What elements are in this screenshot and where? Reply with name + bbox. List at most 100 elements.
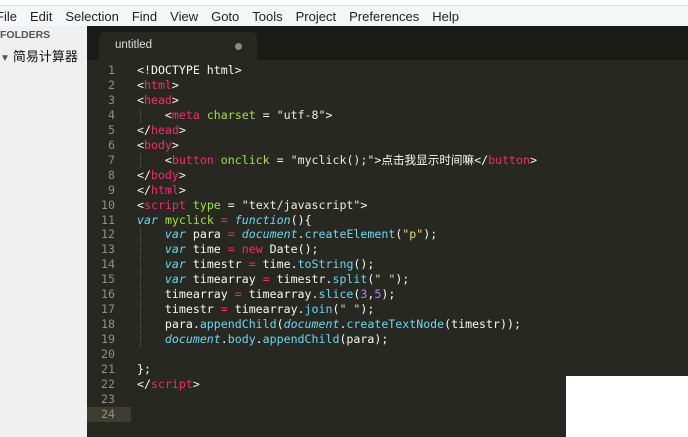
code-token: Date(); xyxy=(262,242,319,257)
code-token: timearray. xyxy=(227,302,305,317)
code-token: < xyxy=(137,107,172,122)
menu-bar: File Edit Selection Find View Goto Tools Projec… xyxy=(0,6,688,26)
code-token: para. xyxy=(137,317,200,332)
code-token: </ xyxy=(137,167,151,182)
menu-preferences[interactable]: Preferences xyxy=(349,9,419,24)
folder-item[interactable]: ▼ 简易计算器 xyxy=(0,46,78,65)
code-token: charset xyxy=(206,107,256,122)
code-line[interactable]: 8 </body> xyxy=(87,168,186,183)
code-area[interactable]: 1 <!DOCTYPE html> 2 <html> 3 <head> 4 <meta ch… xyxy=(87,63,537,422)
code-text: timestr = timearray.join(" "); xyxy=(137,302,374,317)
code-text: </body> xyxy=(137,168,186,183)
code-text: </script> xyxy=(137,377,200,392)
code-token: ); xyxy=(381,287,396,302)
code-token: "p" xyxy=(402,227,424,242)
code-token: var xyxy=(164,242,186,257)
code-line[interactable]: 14 var timestr = time.toString(); xyxy=(87,257,374,273)
code-text: var myclick = function(){ xyxy=(137,213,312,228)
code-line[interactable]: 9 </html> xyxy=(87,183,186,198)
line-number: 13 xyxy=(101,242,115,257)
code-line[interactable]: 2 <html> xyxy=(87,78,179,93)
code-token: appendChild xyxy=(262,332,340,347)
menu-project[interactable]: Project xyxy=(296,9,336,24)
menu-goto[interactable]: Goto xyxy=(211,9,239,24)
code-token: < xyxy=(137,152,172,167)
code-token: = xyxy=(220,212,228,227)
menu-help[interactable]: Help xyxy=(432,9,459,24)
code-line[interactable]: 3 <head> xyxy=(87,93,179,108)
menu-edit[interactable]: Edit xyxy=(30,9,52,24)
code-line[interactable]: 18 para.appendChild(document.createTextN… xyxy=(87,317,521,333)
code-line[interactable]: 4 <meta charset = "utf-8"> xyxy=(87,107,333,123)
code-text: </head> xyxy=(137,123,186,138)
code-line[interactable]: 16 timearray = timearray.slice(3,5); xyxy=(87,287,395,303)
line-number: 22 xyxy=(101,377,115,392)
code-token: timestr xyxy=(185,257,249,272)
code-token: button xyxy=(171,152,214,167)
code-line[interactable]: 21}; xyxy=(87,362,151,377)
line-number: 7 xyxy=(108,152,115,167)
code-line[interactable]: 23 xyxy=(87,392,131,407)
code-token: < xyxy=(137,137,144,152)
code-token: = xyxy=(262,272,270,287)
code-token: ); xyxy=(423,227,438,242)
code-token: document xyxy=(164,332,221,347)
code-token: document xyxy=(283,317,340,332)
code-line[interactable]: 1 <!DOCTYPE html> xyxy=(87,63,242,78)
code-line[interactable]: 12 var para = document.createElement("p"… xyxy=(87,227,437,243)
line-number: 1 xyxy=(108,63,115,77)
code-token: "myclick();" xyxy=(290,152,375,167)
code-token: document xyxy=(241,227,298,242)
code-token: > xyxy=(171,77,179,92)
code-text: document.body.appendChild(para); xyxy=(137,332,388,347)
code-token: slice xyxy=(318,287,354,302)
code-token: script xyxy=(150,377,193,392)
unsaved-dot-icon[interactable] xyxy=(235,43,242,50)
code-line[interactable]: 10 <script type = "text/javascript"> xyxy=(87,198,367,213)
code-token: (timestr)); xyxy=(444,317,521,332)
code-token: }; xyxy=(137,362,151,377)
code-token: > xyxy=(178,122,186,137)
tab-title: untitled xyxy=(115,39,153,51)
code-line[interactable]: 17 timestr = timearray.join(" "); xyxy=(87,302,374,318)
code-line[interactable]: 22 </script> xyxy=(87,377,200,392)
code-token: </ xyxy=(137,377,151,392)
code-text: }; xyxy=(137,362,151,377)
code-token: < xyxy=(137,197,144,212)
menu-file[interactable]: File xyxy=(0,9,17,24)
code-line[interactable]: 5 </head> xyxy=(87,123,186,138)
code-token: > xyxy=(178,167,186,182)
code-line[interactable]: 19 document.body.appendChild(para); xyxy=(87,332,388,348)
menu-selection[interactable]: Selection xyxy=(65,9,118,24)
code-line[interactable]: 15 var timearray = timestr.split(" "); xyxy=(87,272,409,288)
code-token: html xyxy=(150,182,179,197)
code-token: > xyxy=(360,197,368,212)
code-line[interactable]: 24 xyxy=(87,406,131,422)
code-line[interactable]: 11 var myclick = function(){ xyxy=(87,213,312,228)
folders-header: FOLDERS xyxy=(0,29,51,41)
expand-triangle-icon[interactable]: ▼ xyxy=(0,53,10,64)
menu-view[interactable]: View xyxy=(170,9,198,24)
code-line[interactable]: 20 xyxy=(87,347,131,362)
tab-untitled[interactable]: untitled xyxy=(99,32,257,60)
code-token: > xyxy=(178,182,186,197)
code-token: </ xyxy=(137,182,151,197)
code-token: var xyxy=(137,212,158,227)
code-line[interactable]: 6 <body> xyxy=(87,138,179,153)
code-token: = xyxy=(234,287,242,302)
code-token: <!DOCTYPE html> xyxy=(137,63,242,77)
code-line[interactable]: 13 var time = new Date(); xyxy=(87,242,319,258)
code-line[interactable]: 7 <button onclick = "myclick();">点击我显示时间… xyxy=(87,152,537,168)
code-token: < xyxy=(137,77,144,92)
menu-tools[interactable]: Tools xyxy=(252,9,282,24)
code-token: appendChild xyxy=(199,317,277,332)
code-token: timestr. xyxy=(269,272,333,287)
code-token: = xyxy=(220,197,242,212)
code-token: timearray xyxy=(185,272,263,287)
code-text: <body> xyxy=(137,138,179,153)
code-text: var time = new Date(); xyxy=(137,242,319,257)
menu-find[interactable]: Find xyxy=(132,9,157,24)
code-text: <button onclick = "myclick();">点击我显示时间嘛<… xyxy=(137,153,537,168)
